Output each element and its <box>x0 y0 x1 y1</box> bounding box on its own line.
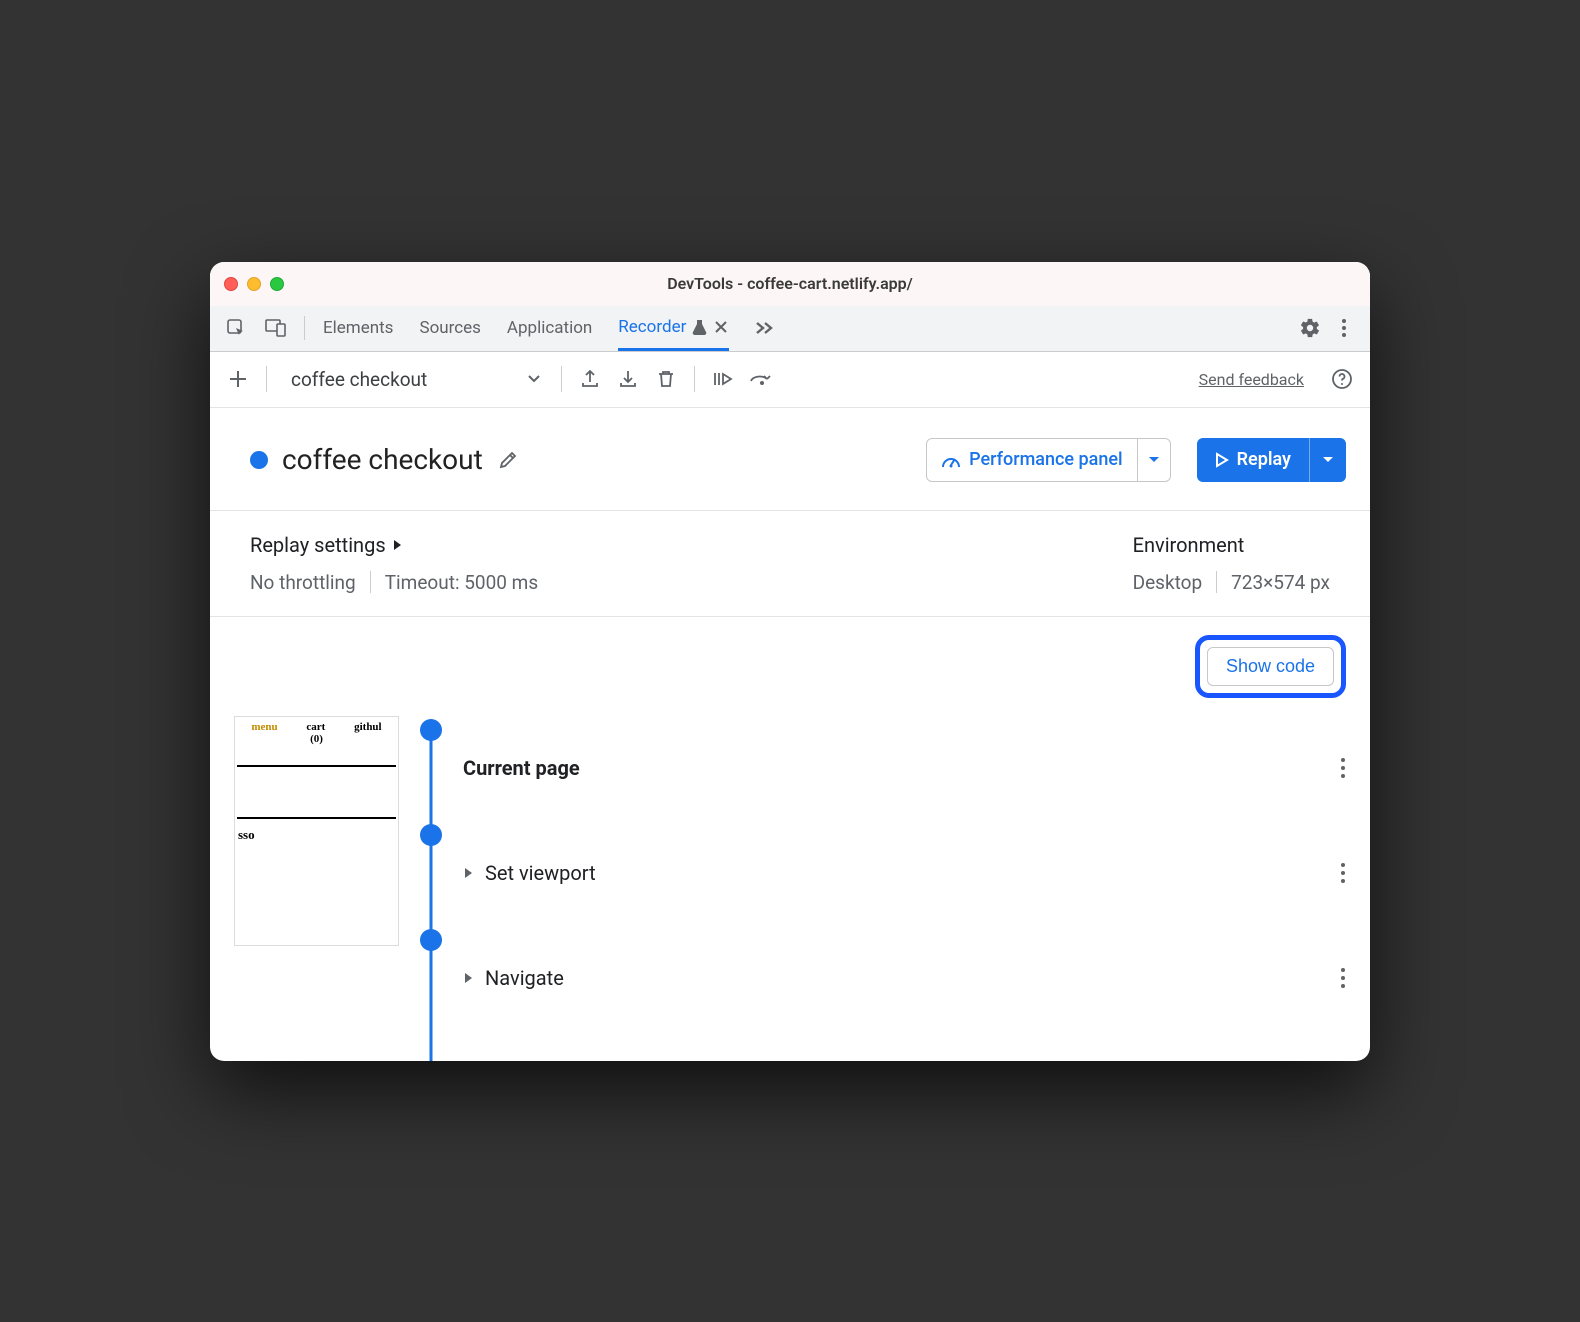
status-dot-icon <box>250 451 268 469</box>
step-more-icon[interactable] <box>1340 967 1346 989</box>
environment-values: Desktop 723×574 px <box>1133 571 1330 594</box>
separator <box>561 366 562 392</box>
timeline-line <box>430 730 433 1061</box>
tab-label: Recorder <box>618 317 686 337</box>
tab-label: Elements <box>323 318 393 338</box>
edit-title-icon[interactable] <box>497 449 519 471</box>
tab-label: Application <box>507 318 592 338</box>
viewport-value: 723×574 px <box>1231 571 1330 594</box>
thumb-nav-cart: cart <box>306 721 325 733</box>
thumb-nav-github: githul <box>354 721 382 733</box>
throttling-value: No throttling <box>250 571 356 594</box>
show-code-row: Show code <box>210 617 1370 716</box>
flask-icon <box>692 319 707 335</box>
separator <box>370 571 371 593</box>
step-label: Current page <box>463 756 580 780</box>
step-label: Set viewport <box>485 861 596 885</box>
device-toggle-icon[interactable] <box>260 312 292 344</box>
step-label: Navigate <box>485 966 564 990</box>
triangle-right-icon <box>463 867 473 879</box>
timeline <box>417 716 445 1031</box>
timeline-dot-icon <box>420 719 442 741</box>
chevron-down-icon <box>527 374 541 384</box>
replay-settings-toggle[interactable]: Replay settings <box>250 533 538 557</box>
separator <box>304 316 305 340</box>
replay-dropdown-icon[interactable] <box>1309 438 1346 482</box>
perf-dropdown-icon[interactable] <box>1137 439 1170 481</box>
show-code-highlight: Show code <box>1195 635 1346 698</box>
replay-settings-col: Replay settings No throttling Timeout: 5… <box>250 533 538 594</box>
show-code-button[interactable]: Show code <box>1207 647 1334 686</box>
recording-header: coffee checkout Performance panel Replay <box>210 408 1370 511</box>
timeout-value: Timeout: 5000 ms <box>385 571 538 594</box>
thumb-line <box>237 817 396 819</box>
tab-elements[interactable]: Elements <box>323 305 393 351</box>
step-current-page[interactable]: Current page <box>463 716 1346 821</box>
inspect-icon[interactable] <box>220 312 252 344</box>
recorder-toolbar: coffee checkout Send feedback <box>210 352 1370 408</box>
send-feedback-link[interactable]: Send feedback <box>1199 370 1304 389</box>
step-navigate[interactable]: Navigate <box>463 926 1346 1031</box>
label-text: Replay settings <box>250 533 386 557</box>
more-menu-icon[interactable] <box>1328 312 1360 344</box>
help-icon[interactable] <box>1326 363 1358 395</box>
environment-label: Environment <box>1133 533 1330 557</box>
thumb-cart-count: (0) <box>237 733 396 745</box>
play-icon <box>1215 452 1229 468</box>
export-icon[interactable] <box>574 363 606 395</box>
tab-application[interactable]: Application <box>507 305 592 351</box>
tab-recorder[interactable]: Recorder <box>618 305 729 351</box>
thumb-text: sso <box>238 827 255 843</box>
replay-settings-values: No throttling Timeout: 5000 ms <box>250 571 538 594</box>
tabs-bar: Elements Sources Application Recorder <box>210 306 1370 352</box>
replay-button[interactable]: Replay <box>1197 438 1346 482</box>
tab-sources[interactable]: Sources <box>419 305 480 351</box>
tabs-overflow-icon[interactable] <box>755 305 773 351</box>
titlebar: DevTools - coffee-cart.netlify.app/ <box>210 262 1370 306</box>
thumb-nav-menu: menu <box>251 721 277 733</box>
settings-row: Replay settings No throttling Timeout: 5… <box>210 511 1370 617</box>
button-label: Replay <box>1237 449 1291 470</box>
step-set-viewport[interactable]: Set viewport <box>463 821 1346 926</box>
steps-area: menu cart githul (0) sso Current page <box>210 716 1370 1061</box>
step-more-icon[interactable] <box>1340 757 1346 779</box>
thumb-line <box>237 765 396 767</box>
devtools-window: DevTools - coffee-cart.netlify.app/ Elem… <box>210 262 1370 1061</box>
picker-label: coffee checkout <box>291 368 427 391</box>
delete-icon[interactable] <box>650 363 682 395</box>
triangle-right-icon <box>463 972 473 984</box>
separator <box>1216 571 1217 593</box>
recording-title: coffee checkout <box>282 443 483 476</box>
add-recording-icon[interactable] <box>222 363 254 395</box>
separator <box>694 366 695 392</box>
panel-tabs: Elements Sources Application Recorder <box>323 305 773 351</box>
separator <box>266 366 267 392</box>
step-over-icon[interactable] <box>745 363 777 395</box>
timeline-dot-icon <box>420 824 442 846</box>
tab-label: Sources <box>419 318 480 338</box>
button-label: Performance panel <box>969 449 1122 470</box>
device-value: Desktop <box>1133 571 1203 594</box>
continue-icon[interactable] <box>707 363 739 395</box>
timeline-dot-icon <box>420 929 442 951</box>
performance-panel-button[interactable]: Performance panel <box>926 438 1170 482</box>
page-thumbnail: menu cart githul (0) sso <box>234 716 399 946</box>
step-more-icon[interactable] <box>1340 862 1346 884</box>
settings-gear-icon[interactable] <box>1294 312 1326 344</box>
window-title: DevTools - coffee-cart.netlify.app/ <box>210 274 1370 293</box>
gauge-icon <box>941 451 961 469</box>
tab-close-icon[interactable] <box>713 321 729 333</box>
recording-picker[interactable]: coffee checkout <box>279 364 549 395</box>
environment-col: Environment Desktop 723×574 px <box>1133 533 1330 594</box>
import-icon[interactable] <box>612 363 644 395</box>
triangle-right-icon <box>392 539 402 551</box>
steps-list: Current page Set viewport Navigate <box>463 716 1346 1031</box>
label-text: Environment <box>1133 533 1245 557</box>
